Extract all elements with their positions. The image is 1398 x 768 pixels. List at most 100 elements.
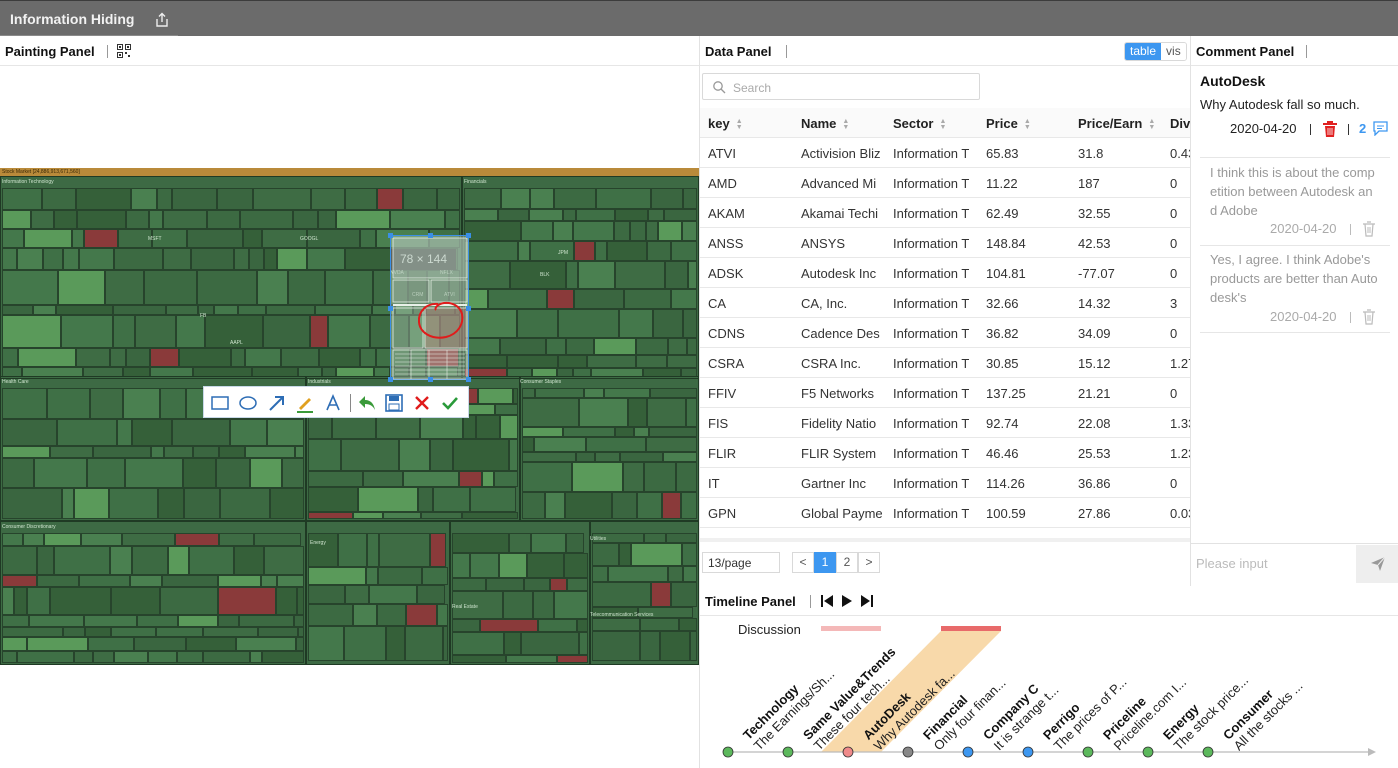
treemap-cell[interactable] — [88, 637, 134, 651]
reply-icon[interactable] — [1373, 121, 1388, 136]
treemap-cell[interactable] — [671, 582, 697, 607]
treemap-cell[interactable] — [664, 209, 697, 221]
treemap-cell[interactable] — [162, 575, 218, 587]
next-page-button[interactable]: > — [858, 552, 880, 573]
treemap-cell[interactable] — [592, 631, 640, 661]
treemap-cell[interactable] — [619, 309, 653, 338]
treemap-cell[interactable] — [681, 492, 697, 519]
treemap-cell[interactable] — [42, 188, 76, 210]
treemap-cell[interactable] — [470, 487, 516, 512]
treemap-cell[interactable] — [118, 229, 152, 248]
treemap-cell[interactable] — [47, 388, 90, 419]
treemap-cell[interactable] — [177, 651, 203, 663]
treemap-cell[interactable] — [594, 338, 636, 355]
treemap-cell[interactable] — [219, 446, 245, 458]
treemap-cell[interactable] — [647, 241, 671, 261]
treemap-cell[interactable] — [308, 604, 353, 626]
treemap-cell[interactable] — [77, 210, 126, 229]
share-icon[interactable] — [154, 12, 170, 28]
treemap-cell[interactable] — [191, 248, 234, 270]
treemap-cell[interactable] — [113, 305, 166, 315]
vis-view-button[interactable]: vis — [1161, 43, 1186, 60]
treemap-cell[interactable] — [553, 221, 573, 241]
treemap-cell[interactable] — [574, 289, 624, 309]
treemap-cell[interactable] — [122, 533, 175, 546]
treemap-cell[interactable] — [406, 604, 437, 626]
treemap-cell[interactable] — [37, 546, 54, 575]
treemap-cell[interactable] — [2, 615, 29, 627]
treemap-cell[interactable] — [281, 348, 319, 367]
treemap-cell[interactable] — [282, 458, 304, 488]
treemap-cell[interactable] — [336, 210, 390, 229]
treemap-cell[interactable] — [308, 512, 353, 519]
treemap-cell[interactable] — [522, 388, 535, 398]
qrcode-icon[interactable] — [117, 44, 131, 58]
treemap-cell[interactable] — [509, 533, 531, 553]
treemap-cell[interactable] — [417, 585, 445, 604]
treemap-cell[interactable] — [636, 355, 667, 368]
treemap-cell[interactable] — [578, 261, 615, 289]
treemap-cell[interactable] — [521, 221, 553, 241]
resize-handle[interactable] — [388, 306, 393, 311]
treemap-cell[interactable] — [538, 619, 577, 632]
treemap-cell[interactable] — [31, 210, 54, 229]
treemap-cell[interactable] — [218, 615, 239, 627]
treemap-cell[interactable] — [604, 388, 650, 398]
timeline-event-dot[interactable] — [722, 746, 734, 758]
treemap-cell[interactable] — [193, 446, 219, 458]
treemap-cell[interactable] — [558, 309, 619, 338]
treemap-cell[interactable] — [584, 388, 604, 398]
treemap-cell[interactable] — [353, 604, 377, 626]
treemap-cell[interactable] — [596, 188, 651, 209]
treemap-cell[interactable] — [518, 241, 530, 261]
treemap-cell[interactable] — [245, 348, 281, 367]
sort-icon[interactable]: ▲ ▼ — [1024, 118, 1031, 131]
treemap-cell[interactable] — [452, 632, 504, 655]
treemap-cell[interactable] — [220, 488, 270, 519]
treemap-cell[interactable] — [2, 315, 61, 348]
column-header[interactable]: Price ▲ ▼ — [986, 116, 1074, 131]
treemap-cell[interactable] — [105, 270, 144, 305]
treemap-cell[interactable] — [464, 355, 507, 368]
treemap-cell[interactable] — [2, 651, 17, 663]
treemap-cell[interactable] — [328, 315, 370, 348]
treemap-cell[interactable] — [676, 462, 697, 492]
treemap-cell[interactable] — [557, 655, 588, 663]
treemap-cell[interactable] — [615, 427, 634, 437]
treemap-cell[interactable] — [452, 533, 509, 553]
table-row[interactable]: GPN Global Payme Information T 100.59 27.86 0… — [700, 498, 1190, 528]
treemap-cell[interactable] — [667, 355, 697, 368]
treemap-cell[interactable] — [234, 248, 249, 270]
treemap-cell[interactable] — [344, 626, 386, 661]
treemap-cell[interactable] — [445, 210, 460, 229]
delete-icon[interactable] — [1322, 121, 1338, 138]
treemap-cell[interactable] — [459, 471, 482, 487]
treemap-cell[interactable] — [219, 533, 254, 546]
table-row[interactable]: AMD Advanced Mi Information T 11.22 187 0 — [700, 168, 1190, 198]
treemap-cell[interactable] — [576, 452, 595, 462]
treemap-cell[interactable] — [507, 355, 558, 368]
treemap-cell[interactable] — [117, 419, 132, 446]
treemap-cell[interactable] — [501, 188, 530, 209]
treemap-cell[interactable] — [243, 229, 262, 248]
treemap-cell[interactable] — [175, 533, 219, 546]
treemap-cell[interactable] — [640, 631, 660, 661]
treemap-cell[interactable] — [682, 543, 697, 566]
treemap-cell[interactable] — [683, 188, 697, 209]
treemap-cell[interactable] — [72, 229, 84, 248]
treemap-cell[interactable] — [628, 398, 647, 427]
treemap-cell[interactable] — [500, 338, 546, 355]
treemap-cell[interactable] — [614, 221, 630, 241]
timeline-event-dot[interactable] — [1202, 746, 1214, 758]
treemap-cell[interactable] — [58, 270, 105, 305]
treemap-cell[interactable] — [452, 578, 486, 591]
treemap-cell[interactable] — [500, 415, 518, 439]
treemap-cell[interactable] — [84, 615, 137, 627]
treemap-cell[interactable] — [79, 248, 114, 270]
treemap-cell[interactable] — [2, 533, 23, 546]
treemap-cell[interactable] — [566, 533, 584, 553]
treemap-cell[interactable] — [363, 471, 403, 487]
treemap-cell[interactable] — [665, 261, 688, 289]
treemap-cell[interactable] — [651, 582, 671, 607]
treemap-cell[interactable] — [249, 248, 264, 270]
